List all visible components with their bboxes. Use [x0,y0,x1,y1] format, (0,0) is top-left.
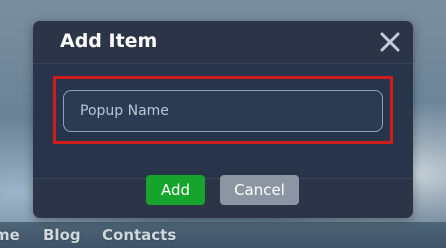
background-nav-link: me [0,226,20,244]
background-nav-link-contacts: Contacts [102,226,177,244]
close-icon-glyph [380,32,400,52]
add-button[interactable]: Add [146,175,205,205]
dialog-title: Add Item [60,30,158,52]
add-item-dialog: Add Item Add Cancel [33,21,413,218]
dialog-body [33,63,413,179]
cancel-button[interactable]: Cancel [220,175,299,205]
dialog-footer: Add Cancel [33,175,413,218]
dialog-header: Add Item [33,21,413,63]
background-nav-link-blog: Blog [43,226,81,244]
close-icon[interactable] [378,30,402,54]
popup-name-input[interactable] [63,90,383,132]
